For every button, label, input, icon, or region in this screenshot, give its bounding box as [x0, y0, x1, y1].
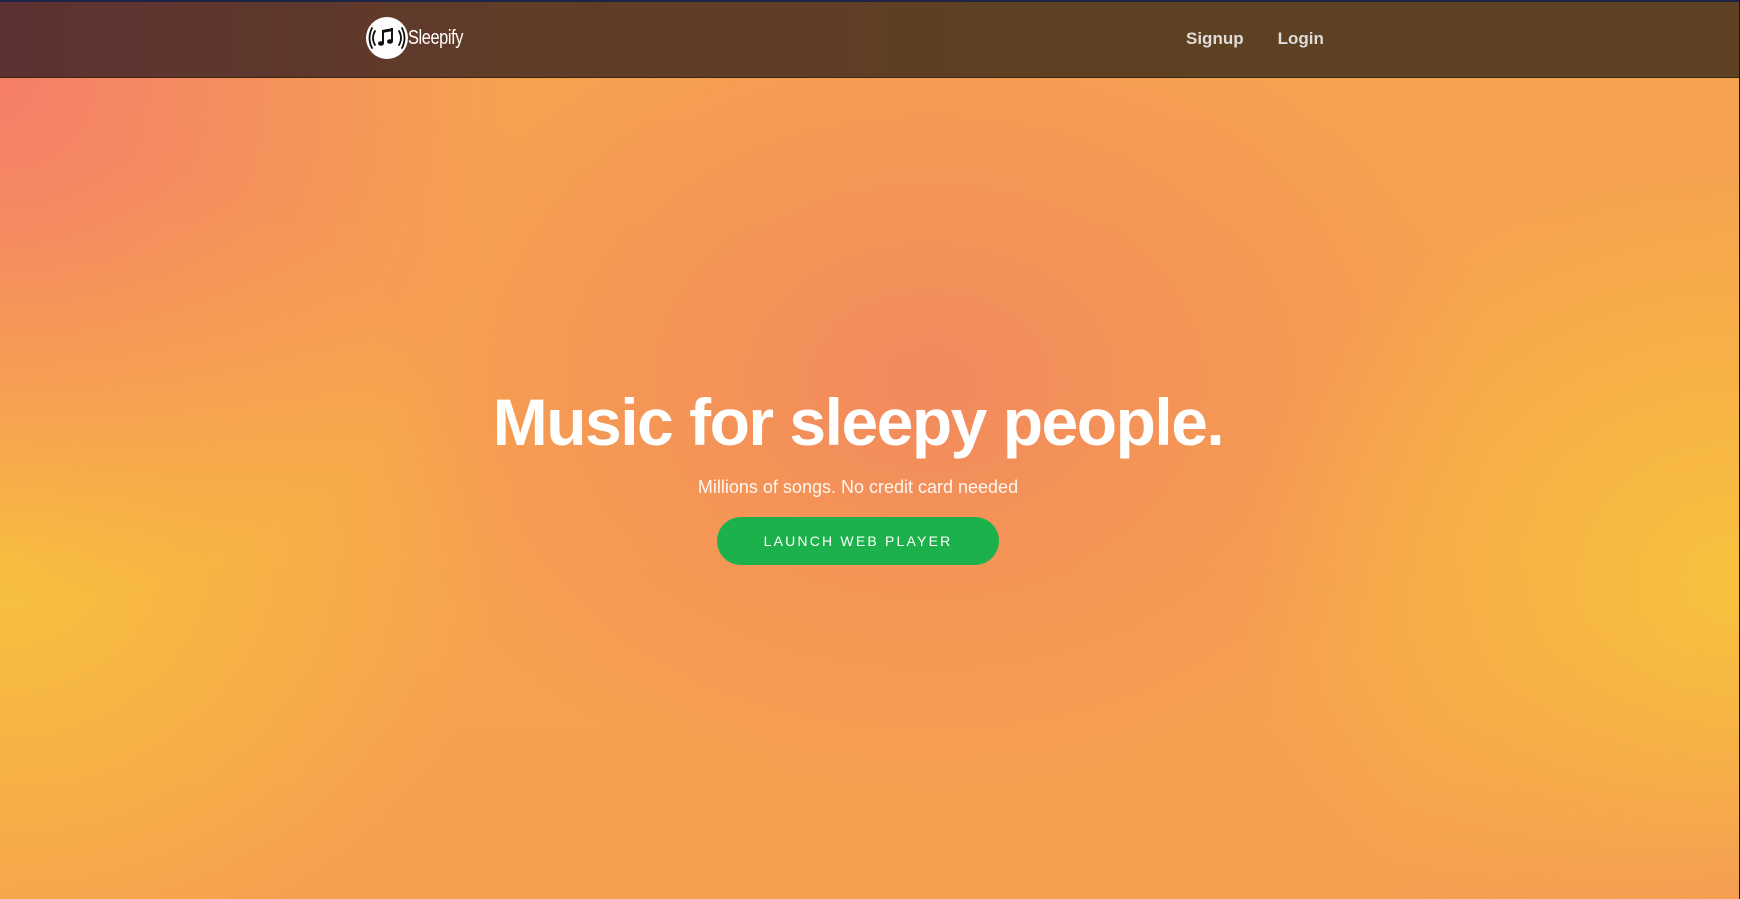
login-link[interactable]: Login — [1278, 29, 1324, 49]
music-note-broadcast-icon — [366, 17, 408, 59]
hero-headline: Music for sleepy people. — [492, 385, 1225, 459]
nav-links: Signup Login — [1186, 29, 1324, 49]
hero-subtitle: Millions of songs. No credit card needed — [697, 477, 1019, 497]
signup-link[interactable]: Signup — [1186, 29, 1244, 49]
brand-link[interactable]: Sleepify — [366, 17, 475, 59]
navbar: Sleepify Signup Login — [0, 2, 1739, 78]
page: Sleepify Signup Login Music for sleepy p… — [0, 0, 1740, 899]
brand-name: Sleepify — [408, 26, 464, 49]
launch-web-player-button[interactable]: LAUNCH WEB PLAYER — [717, 517, 999, 565]
